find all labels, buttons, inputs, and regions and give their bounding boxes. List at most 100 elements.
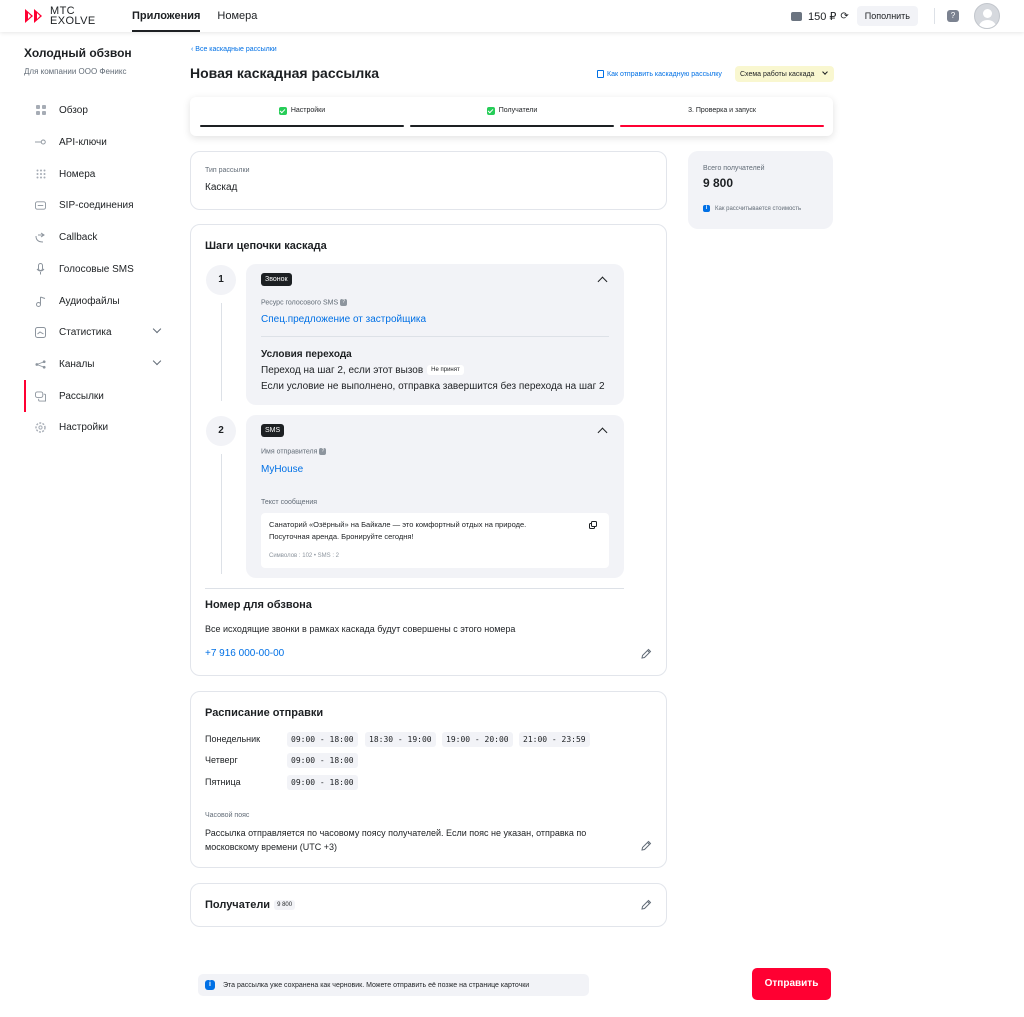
- section-divider: [205, 588, 624, 589]
- mailing-type-label: Тип рассылки: [205, 167, 250, 174]
- call-number-description: Все исходящие звонки в рамках каскада бу…: [205, 624, 516, 634]
- gear-icon: [35, 421, 46, 433]
- logo-text: МТС EXOLVE: [50, 6, 96, 27]
- conditions-title: Условия перехода: [261, 349, 352, 360]
- schedule-day: Пятница: [205, 777, 241, 787]
- nav-applications[interactable]: Приложения: [132, 0, 201, 32]
- question-icon[interactable]: ?: [340, 299, 348, 306]
- mts-exolve-logo[interactable]: МТС EXOLVE: [24, 6, 124, 27]
- balance-value: 150 ₽: [807, 10, 837, 23]
- check-icon: [278, 107, 287, 115]
- sidebar-item-label: SIP-соединения: [59, 199, 134, 211]
- nav-numbers[interactable]: Номера: [217, 0, 257, 32]
- step-connector: [221, 454, 222, 574]
- step-label: Получатели: [498, 107, 538, 114]
- sidebar-item-label: Статистика: [59, 326, 112, 338]
- sender-name-value[interactable]: MyHouse: [261, 464, 303, 475]
- breadcrumb-back-link[interactable]: ‹ Все каскадные рассылки: [191, 46, 277, 53]
- wallet-icon: [790, 11, 802, 21]
- recipients-card: Получатели 9 800: [190, 883, 667, 927]
- music-note-icon: [35, 296, 46, 307]
- page-title: Новая каскадная рассылка: [190, 65, 380, 81]
- sidebar-item-statistics[interactable]: Статистика: [24, 320, 164, 344]
- sidebar-item-label: Настройки: [59, 421, 109, 433]
- balance: 150 ₽ ⟳: [790, 10, 849, 23]
- sender-name-label-text: Имя отправителя: [261, 448, 318, 456]
- condition-text: Переход на шаг 2, если этот вызов Не прин…: [261, 365, 464, 376]
- schedule-day: Четверг: [205, 755, 238, 765]
- refresh-icon[interactable]: ⟳: [840, 11, 848, 22]
- user-avatar[interactable]: [974, 3, 1000, 29]
- scheme-label: Схема работы каскада: [740, 70, 815, 78]
- condition-status-badge: Не принят: [427, 365, 464, 376]
- sidebar-item-callback[interactable]: Callback: [24, 225, 164, 249]
- topup-button[interactable]: Пополнить: [856, 6, 918, 26]
- step-sms-box: SMS Имя отправителя? MyHouse Текст сообщ…: [246, 415, 624, 578]
- sidebar-item-label: Обзор: [59, 104, 88, 116]
- howto-link[interactable]: Как отправить каскадную рассылку: [597, 70, 722, 78]
- dialpad-icon: [35, 169, 46, 180]
- sender-name-label: Имя отправителя?: [261, 448, 327, 456]
- message-line: Посуточная аренда. Бронируйте сегодня!: [269, 532, 414, 541]
- timezone-text: Рассылка отправляется по часовому поясу …: [205, 826, 586, 854]
- recipients-title-text: Получатели: [205, 899, 271, 911]
- sidebar-item-mailings[interactable]: Рассылки: [24, 380, 164, 412]
- chevron-up-icon[interactable]: [597, 276, 608, 287]
- key-icon: [35, 137, 46, 148]
- sidebar-item-settings[interactable]: Настройки: [24, 415, 164, 439]
- copy-icon[interactable]: [589, 521, 597, 529]
- chart-icon: [35, 326, 46, 338]
- cascade-steps-card: Шаги цепочки каскада 1 Звонок Ресурс гол…: [190, 224, 667, 676]
- chevron-up-icon[interactable]: [597, 427, 608, 438]
- step-connector: [221, 303, 222, 401]
- sidebar-item-sip[interactable]: SIP-соединения: [24, 193, 164, 217]
- sidebar-item-numbers[interactable]: Номера: [24, 162, 164, 186]
- app-company: Для компании ООО Феникс: [24, 67, 127, 76]
- edit-pencil-icon[interactable]: [640, 840, 652, 852]
- voice-resource-link[interactable]: Спец.предложение от застройщика: [261, 314, 426, 325]
- mailing-type-card: Тип рассылки Каскад: [190, 151, 667, 210]
- time-slot: 19:00 - 20:00: [442, 732, 513, 747]
- cost-calc-link[interactable]: i Как рассчитывается стоимость: [703, 205, 801, 212]
- condition-text-label: Переход на шаг 2, если этот вызов: [261, 365, 424, 376]
- wizard-stepper: Настройки Получатели 3. Проверка и запус…: [190, 97, 833, 136]
- voice-resource-label: Ресурс голосового SMS?: [261, 299, 348, 307]
- call-number-value[interactable]: +7 916 000-00-00: [205, 648, 284, 659]
- recipients-count-badge: 9 800: [274, 900, 296, 911]
- sidebar-item-overview[interactable]: Обзор: [24, 98, 164, 122]
- cost-calc-label: Как рассчитывается стоимость: [715, 205, 802, 212]
- topbar-right: 150 ₽ ⟳ Пополнить ?: [790, 0, 1000, 32]
- voice-resource-label-text: Ресурс голосового SMS: [261, 299, 339, 307]
- sidebar-item-voice-sms[interactable]: Голосовые SMS: [24, 257, 164, 281]
- step-settings[interactable]: Настройки: [200, 97, 404, 136]
- mailing-type-value: Каскад: [205, 182, 238, 193]
- sidebar-item-audio[interactable]: Аудиофайлы: [24, 289, 164, 313]
- info-icon: i: [205, 980, 215, 990]
- scheme-dropdown[interactable]: Схема работы каскада: [735, 66, 834, 82]
- help-icon[interactable]: ?: [947, 10, 959, 22]
- step-divider: [261, 336, 609, 337]
- sidebar-item-label: Аудиофайлы: [59, 295, 120, 307]
- brand-line2: EXOLVE: [50, 15, 96, 27]
- step-progress-bar: [410, 125, 614, 127]
- question-icon[interactable]: ?: [319, 448, 327, 455]
- edit-pencil-icon[interactable]: [640, 899, 652, 911]
- sidebar-item-label: Рассылки: [59, 390, 104, 402]
- sidebar-item-api-keys[interactable]: API-ключи: [24, 130, 164, 154]
- sidebar-item-channels[interactable]: Каналы: [24, 352, 164, 376]
- step-type-tag: SMS: [261, 424, 285, 437]
- info-icon: i: [703, 205, 710, 212]
- edit-pencil-icon[interactable]: [640, 648, 652, 660]
- sidebar-item-label: Номера: [59, 168, 96, 180]
- total-recipients-value: 9 800: [703, 176, 734, 190]
- step-recipients[interactable]: Получатели: [410, 97, 614, 136]
- sidebar-item-label: API-ключи: [59, 136, 107, 148]
- time-slot: 18:30 - 19:00: [365, 732, 436, 747]
- step-review-launch[interactable]: 3. Проверка и запуск: [620, 97, 824, 136]
- breadcrumb-label: Все каскадные рассылки: [195, 46, 277, 53]
- recipients-title: Получатели 9 800: [205, 899, 296, 911]
- time-slot: 21:00 - 23:59: [519, 732, 590, 747]
- send-button[interactable]: Отправить: [752, 968, 831, 1000]
- message-text-label: Текст сообщения: [261, 499, 318, 506]
- top-nav: Приложения Номера: [132, 0, 274, 32]
